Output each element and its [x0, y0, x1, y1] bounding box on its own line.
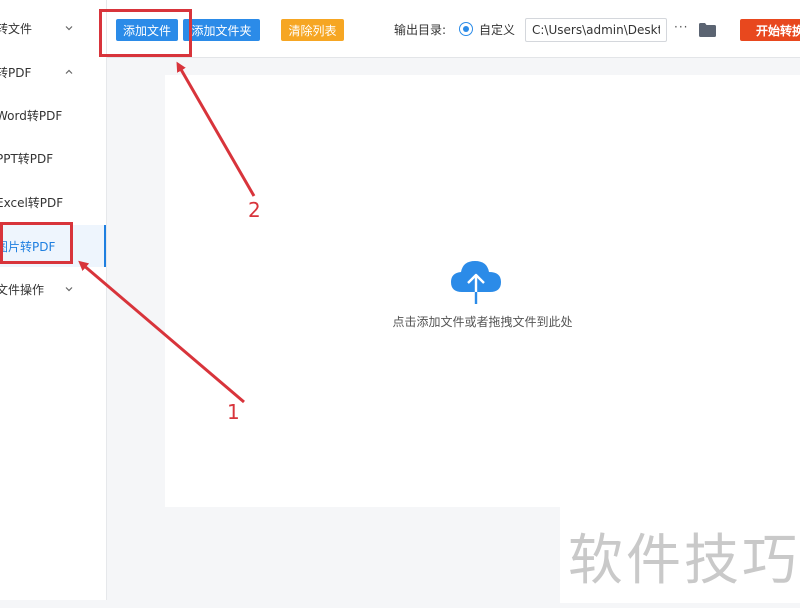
sidebar-item-file-operations[interactable]: 文件操作	[0, 269, 106, 309]
sidebar-item-label: Word转PDF	[0, 108, 63, 123]
sidebar-item-label: 转文件	[0, 21, 33, 36]
sidebar-item-convert-file[interactable]: 转文件	[0, 8, 106, 48]
add-folder-button[interactable]: 添加文件夹	[183, 19, 260, 41]
annotation-label-1: 1	[227, 400, 240, 424]
chevron-up-icon	[64, 67, 74, 77]
sidebar-item-word-to-pdf[interactable]: Word转PDF	[0, 95, 106, 135]
sidebar-item-label: Excel转PDF	[0, 195, 64, 210]
toolbar: 添加文件 添加文件夹 清除列表 输出目录: 自定义 ··· 开始转换	[107, 0, 800, 58]
file-drop-zone[interactable]: 点击添加文件或者拖拽文件到此处	[165, 75, 800, 507]
clear-list-button[interactable]: 清除列表	[281, 19, 344, 41]
cloud-upload-icon	[449, 258, 503, 306]
annotation-label-2: 2	[248, 198, 261, 222]
annotation-box-image-to-pdf	[0, 222, 73, 264]
custom-radio-label: 自定义	[479, 23, 516, 37]
chevron-down-icon	[64, 284, 74, 294]
output-directory-label: 输出目录:	[394, 23, 447, 37]
sidebar-item-convert-pdf[interactable]: 转PDF	[0, 52, 106, 92]
chevron-down-icon	[64, 23, 74, 33]
sidebar-item-label: 文件操作	[0, 282, 45, 297]
start-convert-button[interactable]: 开始转换	[740, 19, 800, 41]
output-path-input[interactable]	[525, 18, 667, 42]
sidebar-item-label: 转PDF	[0, 65, 32, 80]
more-options-button[interactable]: ···	[674, 20, 688, 34]
sidebar-item-excel-to-pdf[interactable]: Excel转PDF	[0, 182, 106, 222]
sidebar: 转文件 转PDF Word转PDF PPT转PDF Excel转PDF 图片转P…	[0, 0, 107, 600]
custom-radio[interactable]	[459, 22, 473, 36]
drop-hint-text: 点击添加文件或者拖拽文件到此处	[392, 315, 573, 329]
sidebar-item-ppt-to-pdf[interactable]: PPT转PDF	[0, 138, 106, 178]
watermark: 软件技巧	[568, 528, 800, 592]
annotation-box-add-file	[99, 9, 192, 57]
folder-icon[interactable]	[699, 22, 716, 37]
sidebar-item-label: PPT转PDF	[0, 151, 54, 166]
